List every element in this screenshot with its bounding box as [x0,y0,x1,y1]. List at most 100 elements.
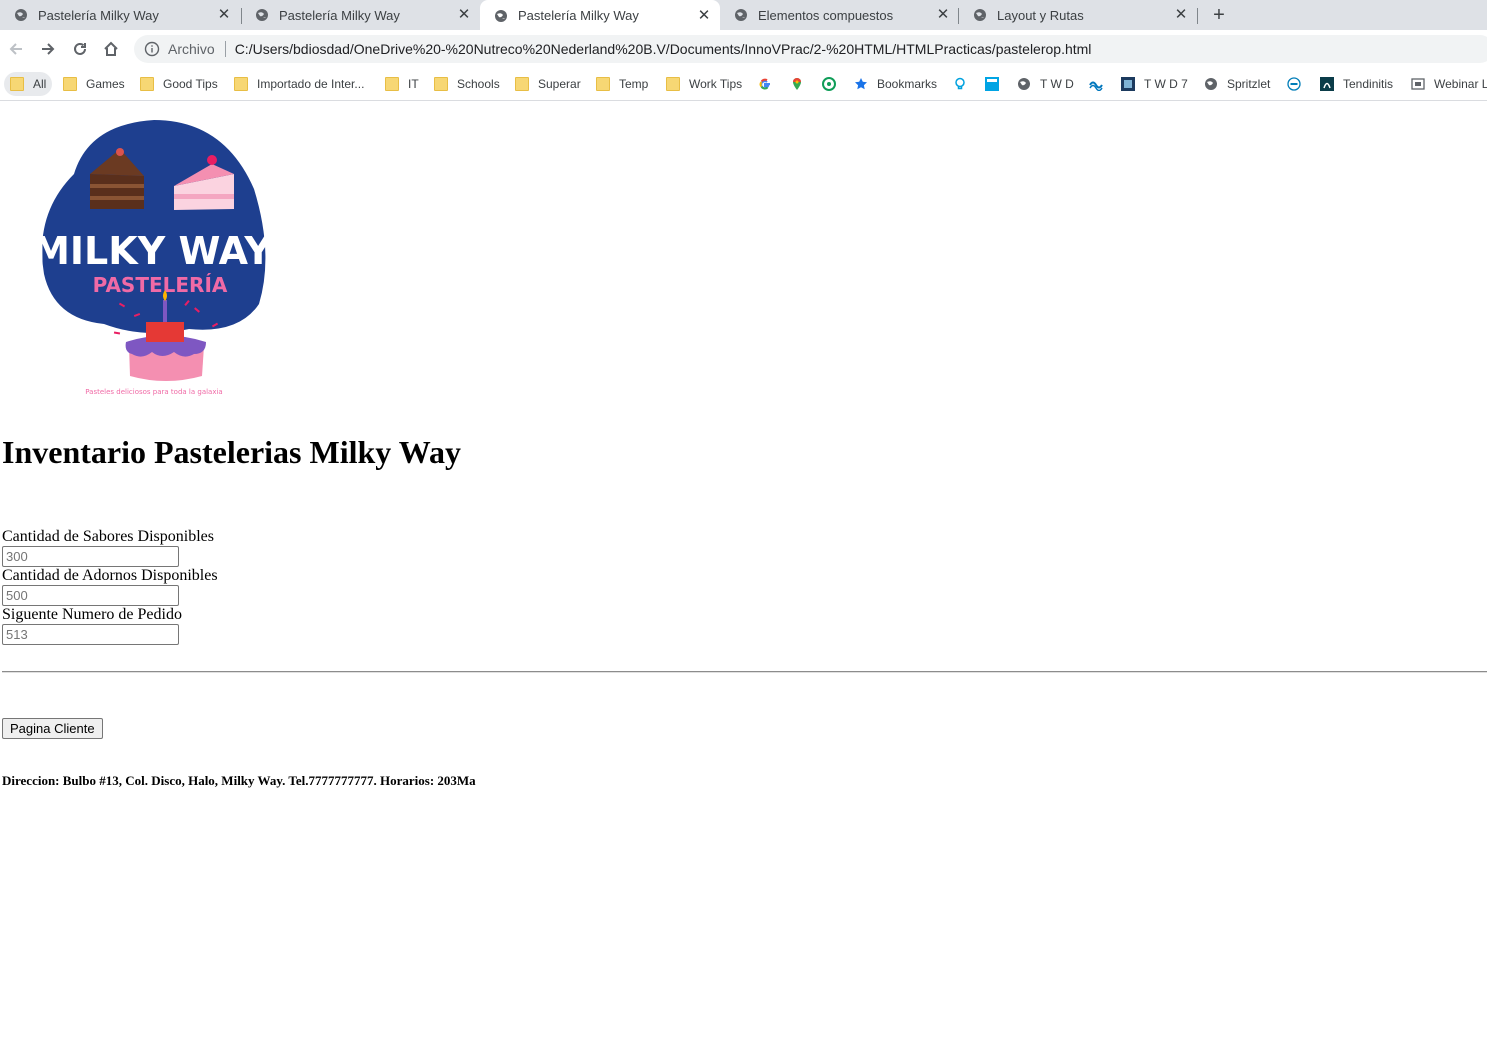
page-title: Inventario Pastelerias Milky Way [2,434,461,470]
green-circle-icon [822,77,836,91]
bookmark-label: Superar [538,77,581,91]
tab-title: Layout y Rutas [997,7,1084,23]
google-icon [759,78,770,90]
folder-icon [385,77,399,91]
site-icon [1121,77,1135,91]
folder-icon [10,77,24,91]
folder-icon [434,77,448,91]
back-button[interactable] [5,38,27,60]
footer-address: Direccion: Bulbo #13, Col. Disco, Halo, … [2,773,476,788]
bookmark-label: Good Tips [163,77,218,91]
globe-icon [735,9,747,21]
tab-pasteleria-active[interactable]: Pastelería Milky Way ✕ [480,0,720,31]
bookmark-tendinitis[interactable]: Tendinitis [1320,72,1393,96]
bookmark-maps[interactable] [790,72,813,96]
tab-layout-rutas[interactable]: Layout y Rutas ✕ [959,0,1197,30]
bookmark-good-tips[interactable]: Good Tips [140,72,218,96]
globe-icon [974,9,986,21]
bookmark-lightbulb[interactable] [953,72,976,96]
url-text[interactable]: C:/Users/bdiosdad/OneDrive%20-%20Nutreco… [235,41,1092,57]
logo-tagline: Pasteles deliciosos para toda la galaxia [85,388,222,396]
bookmark-it[interactable]: IT [385,72,419,96]
bookmark-blue-square[interactable] [985,72,1008,96]
bookmark-label: All [33,77,47,91]
pedido-label: Siguente Numero de Pedido [2,606,182,623]
tab-title: Pastelería Milky Way [38,7,159,23]
bookmark-google[interactable] [758,72,781,96]
wave-icon [1089,81,1103,91]
bookmarks-bar: All Games Good Tips Importado de Inter..… [0,68,1487,101]
bookmark-superar[interactable]: Superar [515,72,581,96]
bookmark-label: Webinar L [1434,77,1487,91]
star-icon [855,78,867,90]
folder-icon [234,77,248,91]
bookmark-label: Bookmarks [877,77,938,91]
folder-icon [140,77,154,91]
folder-icon [515,77,529,91]
home-button[interactable] [100,38,122,60]
bookmark-label: Tendinitis [1343,77,1394,91]
bookmark-webinar[interactable]: Webinar L [1411,72,1487,96]
close-icon[interactable]: ✕ [935,7,951,23]
close-icon[interactable]: ✕ [456,7,472,23]
bookmark-spritzlet[interactable]: Spritzlet [1204,72,1270,96]
omnibox-divider [224,41,226,57]
plus-icon[interactable]: + [1209,5,1229,25]
arrow-left-icon [9,43,22,55]
adornos-label: Cantidad de Adornos Disponibles [2,567,218,584]
address-bar[interactable]: Archivo C:/Users/bdiosdad/OneDrive%20-%2… [134,35,1487,63]
folder-icon [666,77,680,91]
folder-icon [596,77,610,91]
bookmark-games[interactable]: Games [63,72,125,96]
logo-brand-text: MILKY WAY [34,229,272,273]
tab-strip: Pastelería Milky Way ✕ Pastelería Milky … [0,0,1487,31]
bookmark-label: T W D 7 [1144,77,1188,91]
milky-way-logo: MILKY WAY PASTELERÍA Pasteles deliciosos… [34,120,272,396]
globe-icon [1018,78,1030,90]
tab-title: Elementos compuestos [758,7,894,23]
adornos-input[interactable] [2,585,179,606]
close-icon[interactable]: ✕ [1173,7,1189,23]
bookmark-green-circle[interactable] [822,72,845,96]
forward-button[interactable] [37,38,59,60]
bookmark-dell[interactable] [1287,72,1310,96]
close-icon[interactable]: ✕ [696,7,712,24]
scheme-label: Archivo [168,41,215,57]
maps-icon [793,78,801,90]
bookmark-twd7[interactable]: T W D 7 [1121,72,1188,96]
tab-title: Pastelería Milky Way [279,7,400,23]
globe-icon [256,9,268,21]
webinar-icon [1411,78,1425,90]
bookmark-label: IT [408,77,419,91]
sabores-input[interactable] [2,546,179,567]
reload-button[interactable] [69,38,91,60]
close-icon[interactable]: ✕ [216,7,232,23]
bookmark-label: Games [86,77,125,91]
bookmark-label: Importado de Inter... [257,77,365,91]
bookmark-schools[interactable]: Schools [434,72,500,96]
bookmark-label: Spritzlet [1227,77,1271,91]
globe-icon [1205,78,1217,90]
tab-pasteleria-1[interactable]: Pastelería Milky Way ✕ [0,0,240,30]
globe-icon [495,9,507,22]
bookmark-importado[interactable]: Importado de Inter... [234,72,364,96]
bookmark-work-tips[interactable]: Work Tips [666,72,742,96]
horizontal-rule [2,671,1487,673]
sabores-label: Cantidad de Sabores Disponibles [2,528,214,545]
bookmark-bookmarks[interactable]: Bookmarks [854,72,937,96]
page-content: MILKY WAY PASTELERÍA Pasteles deliciosos… [0,101,1487,1047]
bookmark-twd[interactable]: T W D [1017,72,1074,96]
browser-toolbar: Archivo C:/Users/bdiosdad/OneDrive%20-%2… [0,30,1487,68]
pedido-input[interactable] [2,624,179,645]
tab-pasteleria-2[interactable]: Pastelería Milky Way ✕ [241,0,480,30]
bookmark-wave[interactable] [1089,72,1112,96]
reload-icon [74,42,86,55]
bookmark-all[interactable]: All [4,72,53,96]
bookmark-label: Work Tips [689,77,743,91]
pagina-cliente-button[interactable]: Pagina Cliente [2,718,103,739]
info-icon[interactable] [144,41,160,57]
dell-icon [1287,77,1301,91]
bookmark-temp[interactable]: Temp [596,72,648,96]
bookmark-label: T W D [1040,77,1074,91]
tab-elementos-compuestos[interactable]: Elementos compuestos ✕ [720,0,959,30]
